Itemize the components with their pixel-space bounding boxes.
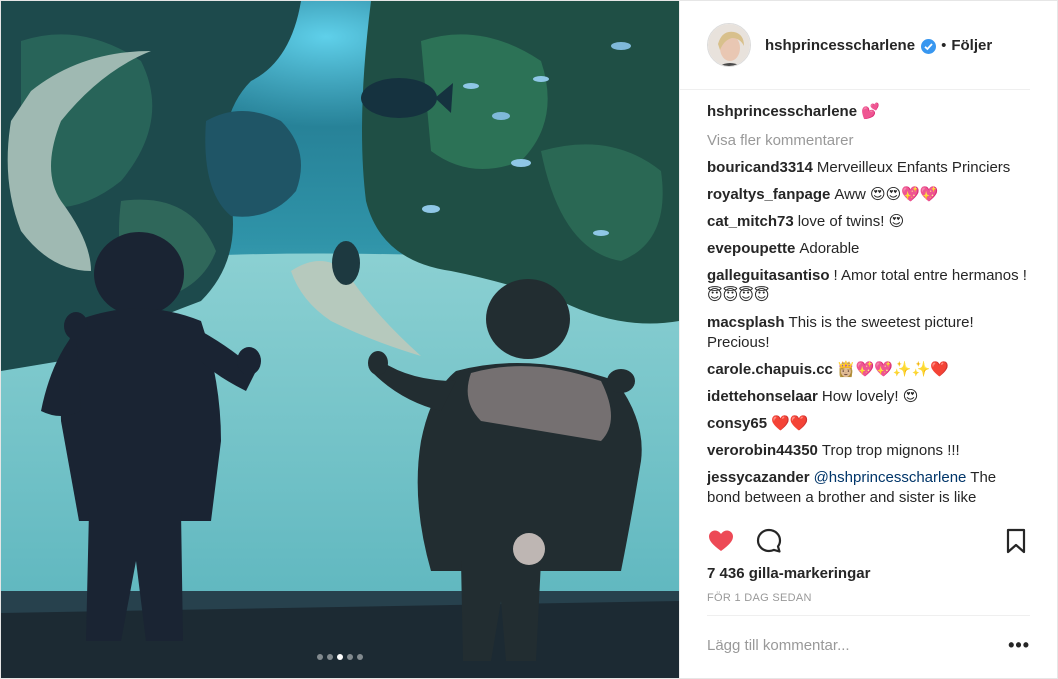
heart-filled-icon[interactable] [707, 527, 735, 555]
comment-username[interactable]: evepoupette [707, 240, 795, 257]
comment-username[interactable]: royaltys_fanpage [707, 186, 830, 203]
aquarium-photo [1, 1, 679, 678]
comment-item: bouricand3314 Merveilleux Enfants Princie… [707, 158, 1030, 178]
comment-text: Aww 😍😍💖💖 [834, 186, 939, 203]
comment-text: Trop trop mignons !!! [821, 442, 960, 459]
comment-item: verorobin44350 Trop trop mignons !!! [707, 441, 1030, 461]
carousel-indicator [1, 654, 679, 660]
caption-text: 💕 [861, 103, 880, 120]
avatar[interactable] [707, 23, 751, 67]
carousel-dot[interactable] [347, 654, 353, 660]
post-caption: hshprincesscharlene 💕 [707, 102, 1030, 122]
comment-text: Adorable [799, 240, 860, 257]
carousel-dot[interactable] [327, 654, 333, 660]
following-button[interactable]: Följer [951, 37, 992, 54]
carousel-dot[interactable] [317, 654, 323, 660]
comment-mention-link[interactable]: @hshprincesscharlene [814, 469, 967, 486]
comment-item: macsplash This is the sweetest picture! P… [707, 313, 1030, 353]
carousel-dot[interactable] [357, 654, 363, 660]
more-options-icon[interactable]: ••• [1008, 635, 1030, 656]
comment-text: love of twins! 😍 [797, 213, 905, 230]
comment-item: jessycazander @hshprincesscharlene The bo… [707, 468, 1030, 508]
comment-username[interactable]: carole.chapuis.cc [707, 361, 833, 378]
comment-text: How lovely! 😍 [821, 388, 919, 405]
comment-item: evepoupette Adorable [707, 239, 1030, 259]
comments-list[interactable]: hshprincesscharlene 💕 Visa fler kommentar… [707, 91, 1030, 516]
comment-username[interactable]: galleguitasantiso [707, 267, 830, 284]
comment-username[interactable]: consy65 [707, 415, 767, 432]
comment-username[interactable]: bouricand3314 [707, 159, 813, 176]
post-actions [707, 521, 1030, 561]
bookmark-icon[interactable] [1002, 527, 1030, 555]
post-photo[interactable] [1, 1, 679, 678]
verified-badge-icon [921, 38, 937, 54]
comment-item: galleguitasantiso! Amor total entre herm… [707, 266, 1030, 306]
header-username[interactable]: hshprincesscharlene [765, 37, 915, 54]
comment-username[interactable]: macsplash [707, 314, 785, 331]
carousel-dot-active[interactable] [337, 654, 343, 660]
speech-bubble-icon[interactable] [755, 527, 783, 555]
header-separator: • [941, 36, 947, 54]
caption-username[interactable]: hshprincesscharlene [707, 103, 857, 120]
avatar-image [708, 24, 750, 66]
view-more-comments-button[interactable]: Visa fler kommentarer [707, 131, 1030, 151]
comment-text: ❤️❤️ [771, 415, 809, 432]
comment-item: carole.chapuis.cc 👸🏼💖💖✨✨❤️ [707, 360, 1030, 380]
comment-item: idettehonselaar How lovely! 😍 [707, 387, 1030, 407]
comment-username[interactable]: verorobin44350 [707, 442, 818, 459]
add-comment-bar: ••• [707, 615, 1030, 675]
comment-item: cat_mitch73 love of twins! 😍 [707, 212, 1030, 232]
comment-username[interactable]: jessycazander [707, 469, 810, 486]
comment-input[interactable] [707, 637, 1009, 654]
instagram-post: hshprincesscharlene • Följer hshprincess… [0, 0, 1058, 679]
comment-username[interactable]: cat_mitch73 [707, 213, 794, 230]
comment-item: royaltys_fanpage Aww 😍😍💖💖 [707, 185, 1030, 205]
comment-item: consy65 ❤️❤️ [707, 414, 1030, 434]
post-header: hshprincesscharlene • Följer [680, 1, 1030, 90]
post-side-panel: hshprincesscharlene • Följer hshprincess… [679, 1, 1057, 678]
comment-text: 👸🏼💖💖✨✨❤️ [836, 361, 949, 378]
comment-username[interactable]: idettehonselaar [707, 388, 818, 405]
likes-count[interactable]: 7 436 gilla-markeringar [707, 565, 870, 582]
comment-text: Merveilleux Enfants Princiers [816, 159, 1011, 176]
post-timestamp[interactable]: FÖR 1 DAG SEDAN [707, 592, 812, 604]
